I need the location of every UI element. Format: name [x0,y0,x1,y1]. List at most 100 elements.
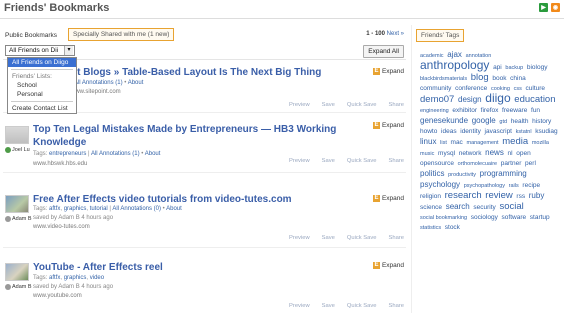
expand-button[interactable]: E Expand [372,68,404,75]
tag-link[interactable]: tutorial [90,206,108,212]
tag-cloud-link[interactable]: programming [480,169,527,178]
quick-save-link[interactable]: Quick Save [347,102,377,108]
tag-cloud-link[interactable]: sociology [471,213,498,222]
tag-cloud-link[interactable]: education [514,95,555,105]
save-link[interactable]: Save [322,303,335,309]
tag-link[interactable]: video [90,275,104,281]
tag-cloud-link[interactable]: api [493,63,502,72]
user-avatar[interactable] [5,195,29,213]
about-link[interactable]: About [166,206,182,212]
tag-cloud-link[interactable]: politics [420,169,444,178]
tag-link[interactable]: entrepreneurs [49,151,86,157]
preview-link[interactable]: Preview [289,158,310,164]
tag-cloud-link[interactable]: health [511,117,529,126]
tag-cloud-link[interactable]: gtd [499,118,507,127]
chevron-down-icon[interactable]: ▾ [64,46,73,55]
save-link[interactable]: Save [322,102,335,108]
tag-cloud-link[interactable]: demo07 [420,95,454,105]
tag-cloud-link[interactable]: productivity [448,171,476,180]
tag-cloud-link[interactable]: china [510,74,526,83]
tag-cloud-link[interactable]: conference [455,84,487,93]
tag-cloud-link[interactable]: javascript [485,127,512,136]
all-annotations-link[interactable]: All Annotations (0) [112,206,161,212]
tag-cloud-link[interactable]: social [499,202,523,212]
tag-cloud-link[interactable]: search [446,202,470,211]
user-label[interactable]: Adam B [5,284,32,290]
bookmark-title-link[interactable]: YouTube - After Effects reel [33,261,163,274]
tag-cloud-link[interactable]: exhibitor [452,106,477,115]
tag-cloud-link[interactable]: social bookmarking [420,214,467,223]
tag-cloud-link[interactable]: nl [508,149,513,158]
bookmark-title-link[interactable]: Free After Effects video tutorials from … [33,193,292,206]
preview-link[interactable]: Preview [289,303,310,309]
tag-cloud-link[interactable]: recipe [522,181,540,190]
dropdown-option-create-list[interactable]: Create Contact List [8,104,76,113]
user-avatar[interactable] [5,263,29,281]
bookmark-title-link[interactable]: Top Ten Legal Mistakes Made by Entrepren… [33,123,363,149]
tag-cloud-link[interactable]: opensource [420,159,454,168]
tag-cloud-link[interactable]: community [420,84,451,93]
tag-cloud-link[interactable]: religion [420,192,441,201]
friends-tags-tab[interactable]: Friends' Tags [416,29,465,42]
tag-cloud-link[interactable]: freeware [502,106,527,115]
tag-cloud-link[interactable]: anthropology [420,59,489,71]
tag-cloud-link[interactable]: research [445,191,482,201]
tag-link[interactable]: aftfx [49,275,60,281]
tag-cloud-link[interactable]: network [459,149,482,158]
tag-cloud-link[interactable]: perl [525,159,536,168]
tag-cloud-link[interactable]: statistics [420,224,441,233]
tag-cloud-link[interactable]: music [420,150,434,159]
share-link[interactable]: Share [389,235,404,241]
share-link[interactable]: Share [389,303,404,309]
expand-button[interactable]: E Expand [372,122,404,129]
tag-cloud-link[interactable]: news [485,148,504,157]
about-link[interactable]: About [128,80,144,86]
tag-cloud-link[interactable]: firefox [481,106,499,115]
tag-cloud-link[interactable]: google [472,116,496,125]
tag-cloud-link[interactable]: css [514,85,522,94]
expand-all-button[interactable]: Expand All [363,45,404,58]
pager-next-link[interactable]: Next » [387,31,404,37]
tag-cloud-link[interactable]: ruby [529,191,545,200]
tag-link[interactable]: graphics [64,206,87,212]
green-square-icon[interactable]: ▶ [539,3,548,12]
quick-save-link[interactable]: Quick Save [347,158,377,164]
tag-cloud-link[interactable]: orthomolecuaire [458,160,497,169]
share-link[interactable]: Share [389,102,404,108]
tag-cloud-link[interactable]: diigo [485,92,510,104]
tag-cloud-link[interactable]: mozilla [532,139,549,148]
rss-icon[interactable]: ◉ [551,3,560,12]
tag-cloud-link[interactable]: culture [526,84,546,93]
tag-cloud-link[interactable]: identity [460,127,481,136]
dropdown-option-all-friends[interactable]: All Friends on Diigo [8,58,76,67]
tag-cloud-link[interactable]: blog [471,73,489,83]
tag-cloud-link[interactable]: howto [420,127,437,136]
tag-cloud-link[interactable]: startup [530,213,550,222]
user-avatar[interactable] [5,126,29,144]
tag-cloud-link[interactable]: stock [445,223,460,232]
quick-save-link[interactable]: Quick Save [347,235,377,241]
all-annotations-link[interactable]: All Annotations (1) [91,151,140,157]
tag-cloud-link[interactable]: software [502,213,527,222]
friends-filter-select[interactable]: All Friends on Dii ▾ [5,45,75,56]
preview-link[interactable]: Preview [289,102,310,108]
tag-cloud-link[interactable]: review [485,191,512,201]
tag-link[interactable]: graphics [64,275,87,281]
share-link[interactable]: Share [389,158,404,164]
tag-cloud-link[interactable]: partner [501,159,522,168]
dropdown-option-personal[interactable]: Personal [8,90,76,99]
public-bookmarks-tab[interactable]: Public Bookmarks [5,32,57,39]
tag-cloud-link[interactable]: security [473,203,495,212]
tag-cloud-link[interactable]: ksudiag [535,127,557,136]
about-link[interactable]: About [145,151,161,157]
quick-save-link[interactable]: Quick Save [347,303,377,309]
expand-button[interactable]: E Expand [372,195,404,202]
tag-cloud-link[interactable]: list [440,139,447,148]
tag-cloud-link[interactable]: psychology [420,180,460,189]
tag-cloud-link[interactable]: linux [420,137,436,146]
tag-cloud-link[interactable]: management [466,139,498,148]
tag-cloud-link[interactable]: fun [531,106,540,115]
tag-cloud-link[interactable]: mysql [438,149,455,158]
tag-cloud-link[interactable]: engineering [420,107,449,116]
user-label[interactable]: Adam B [5,216,32,222]
